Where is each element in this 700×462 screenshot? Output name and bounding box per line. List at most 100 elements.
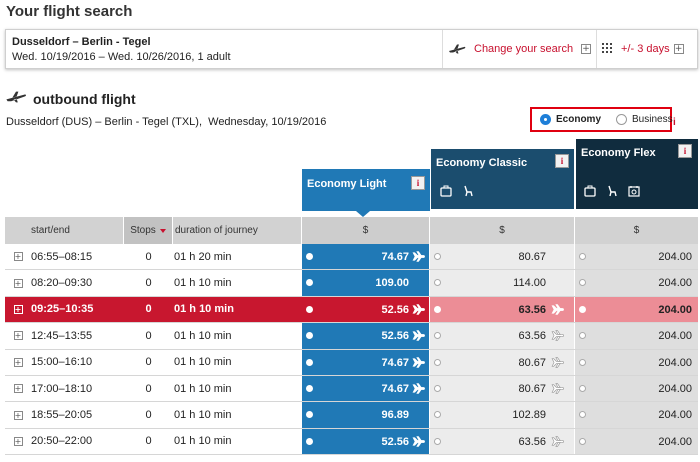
price-economy-flex[interactable]: 204.00 (575, 244, 698, 270)
cabin-option-economy[interactable]: Economy (540, 114, 601, 125)
expand-icon[interactable]: + (13, 436, 23, 446)
table-row[interactable]: +12:45–13:55 0 01 h 10 min 52.56 63.56 204.00 (5, 323, 698, 350)
fare-economy-light[interactable]: Economy Light i (302, 169, 430, 211)
fare-economy-classic[interactable]: Economy Classic i (431, 149, 574, 209)
search-dates: Wed. 10/19/2016 – Wed. 10/26/2016, 1 adu… (12, 51, 231, 63)
table-row[interactable]: +09:25–10:35 0 01 h 10 min 52.56 63.56 204.00 (5, 296, 698, 324)
fare-economy-flex[interactable]: Economy Flex i (576, 139, 698, 209)
price-economy-classic[interactable]: 80.67 (430, 375, 575, 402)
radio-unselected[interactable] (616, 114, 628, 125)
flight-duration: 01 h 20 min (174, 250, 232, 263)
expand-cell: + (5, 297, 31, 322)
radio-selected[interactable] (540, 114, 551, 125)
price-economy-light[interactable]: 96.89 (302, 402, 430, 428)
price-economy-classic[interactable]: 63.56 (430, 323, 575, 349)
table-row[interactable]: +20:50–22:00 0 01 h 10 min 52.56 63.56 204.00 (5, 428, 698, 456)
table-row[interactable]: +06:55–08:15 0 01 h 20 min 74.67 80.67 204.00 (5, 244, 698, 271)
price-value: 63.56 (518, 330, 546, 343)
price-radio[interactable] (579, 358, 586, 366)
price-economy-classic[interactable]: 102.89 (430, 402, 575, 428)
price-economy-flex[interactable]: 204.00 (575, 428, 698, 455)
price-radio[interactable] (434, 279, 441, 287)
price-radio[interactable] (306, 437, 313, 445)
price-economy-light[interactable]: 52.56 (302, 323, 430, 349)
expand-icon[interactable]: + (13, 410, 23, 420)
price-radio[interactable] (306, 358, 313, 366)
header-stops[interactable]: Stops (124, 217, 173, 244)
flight-time: 12:45–13:55 (31, 329, 93, 342)
price-radio[interactable] (579, 279, 586, 287)
price-radio[interactable] (434, 437, 441, 445)
plane-icon (412, 436, 425, 450)
price-economy-classic[interactable]: 80.67 (430, 349, 575, 375)
price-economy-light[interactable]: 109.00 (302, 270, 430, 296)
header-duration[interactable]: duration of journey (173, 217, 302, 244)
price-radio[interactable] (434, 411, 441, 419)
expand-icon[interactable]: + (13, 252, 23, 262)
price-radio[interactable] (306, 305, 313, 313)
price-economy-light[interactable]: 52.56 (302, 296, 430, 323)
flexible-days-label: +/- 3 days (621, 43, 670, 55)
expand-icon[interactable]: + (13, 384, 23, 394)
price-economy-flex[interactable]: 204.00 (575, 296, 698, 323)
table-row[interactable]: +17:00–18:10 0 01 h 10 min 74.67 80.67 204.00 (5, 375, 698, 403)
price-radio[interactable] (579, 384, 586, 392)
price-radio[interactable] (434, 332, 441, 340)
flight-time: 06:55–08:15 (31, 250, 93, 263)
expand-icon[interactable]: + (13, 304, 23, 314)
price-radio[interactable] (434, 358, 441, 366)
table-row[interactable]: +08:20–09:30 0 01 h 10 min 109.00 114.00 204.… (5, 270, 698, 297)
expand-icon[interactable]: + (13, 331, 23, 341)
seat-icon (606, 185, 618, 200)
price-economy-classic[interactable]: 63.56 (430, 296, 575, 323)
table-row[interactable]: +15:00–16:10 0 01 h 10 min 74.67 80.67 204.00 (5, 349, 698, 376)
price-economy-flex[interactable]: 204.00 (575, 375, 698, 402)
suitcase-icon (584, 185, 596, 200)
price-value: 204.00 (658, 251, 692, 263)
suitcase-icon (440, 185, 452, 200)
price-radio[interactable] (434, 305, 441, 313)
price-economy-classic[interactable]: 114.00 (430, 270, 575, 296)
price-value: 80.67 (518, 251, 546, 263)
price-radio[interactable] (579, 305, 586, 313)
price-radio[interactable] (306, 411, 313, 419)
price-radio[interactable] (306, 279, 313, 287)
info-icon[interactable]: i (411, 176, 425, 190)
header-start-end[interactable]: start/end (5, 217, 124, 244)
price-radio[interactable] (306, 384, 313, 392)
price-value: 63.56 (518, 435, 546, 448)
price-radio[interactable] (306, 253, 313, 260)
price-economy-light[interactable]: 74.67 (302, 349, 430, 375)
price-radio[interactable] (579, 332, 586, 340)
price-economy-flex[interactable]: 204.00 (575, 402, 698, 428)
expand-icon[interactable]: + (13, 357, 23, 367)
table-row[interactable]: +18:55–20:05 0 01 h 10 min 96.89 102.89 204.0… (5, 402, 698, 429)
plane-icon (551, 304, 564, 318)
table-body: +06:55–08:15 0 01 h 20 min 74.67 80.67 204.00… (5, 244, 698, 456)
cabin-option-business[interactable]: Business (616, 114, 673, 125)
divider (596, 30, 597, 68)
change-search-button[interactable]: Change your search + (448, 30, 598, 68)
price-economy-classic[interactable]: 80.67 (430, 244, 575, 270)
cabin-info-icon[interactable]: i (673, 117, 676, 128)
price-economy-flex[interactable]: 204.00 (575, 270, 698, 296)
price-radio[interactable] (306, 332, 313, 340)
price-economy-light[interactable]: 74.67 (302, 244, 430, 270)
price-economy-classic[interactable]: 63.56 (430, 428, 575, 455)
expand-cell: + (5, 350, 31, 375)
info-icon[interactable]: i (555, 154, 569, 168)
price-economy-flex[interactable]: 204.00 (575, 349, 698, 375)
flight-stops: 0 (145, 435, 152, 448)
price-economy-light[interactable]: 52.56 (302, 428, 430, 455)
price-radio[interactable] (434, 253, 441, 260)
price-economy-flex[interactable]: 204.00 (575, 323, 698, 349)
info-icon[interactable]: i (678, 144, 692, 158)
price-radio[interactable] (434, 384, 441, 392)
flexible-days-button[interactable]: +/- 3 days + (602, 30, 698, 68)
price-economy-light[interactable]: 74.67 (302, 375, 430, 402)
price-radio[interactable] (579, 411, 586, 419)
plane-icon (551, 356, 564, 371)
price-radio[interactable] (579, 437, 586, 445)
price-radio[interactable] (579, 253, 586, 260)
expand-icon[interactable]: + (13, 278, 23, 288)
